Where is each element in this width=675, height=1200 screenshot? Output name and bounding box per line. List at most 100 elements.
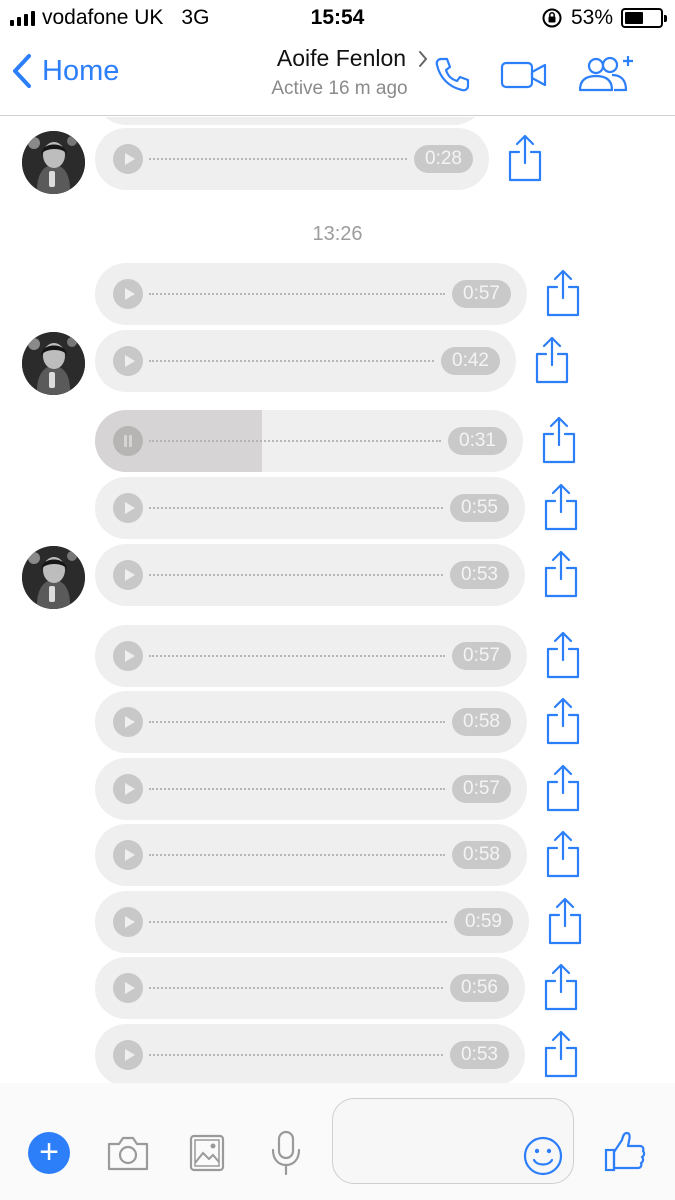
share-icon[interactable] (543, 549, 579, 599)
voice-message[interactable]: 0:57 (95, 263, 527, 325)
contact-photo (22, 546, 85, 609)
share-icon[interactable] (543, 482, 579, 532)
voice-message[interactable]: 0:59 (95, 891, 529, 953)
duration-badge: 0:57 (452, 280, 511, 308)
plus-icon[interactable]: + (28, 1132, 70, 1174)
duration-badge: 0:57 (452, 775, 511, 803)
duration-badge: 0:28 (414, 145, 473, 173)
message-timestamp: 13:26 (312, 223, 363, 245)
play-button[interactable] (113, 907, 143, 937)
previous-message-bubble[interactable] (95, 117, 485, 125)
pause-button[interactable] (113, 426, 143, 456)
audio-waveform (149, 987, 443, 989)
play-button[interactable] (113, 973, 143, 1003)
avatar (22, 131, 85, 194)
contact-name: Aoife Fenlon (276, 45, 407, 71)
thumbs-up-icon[interactable] (604, 1130, 646, 1172)
audio-waveform (149, 854, 445, 856)
share-icon[interactable] (545, 829, 581, 879)
back-label: Home (42, 54, 120, 87)
share-icon[interactable] (543, 962, 579, 1012)
duration-badge: 0:53 (450, 561, 509, 589)
voice-message[interactable]: 0:56 (95, 957, 525, 1019)
share-icon[interactable] (545, 763, 581, 813)
share-icon[interactable] (545, 696, 581, 746)
avatar (22, 546, 85, 609)
share-icon[interactable] (541, 415, 577, 465)
audio-waveform (149, 360, 434, 362)
duration-badge: 0:57 (452, 642, 511, 670)
voice-message[interactable]: 0:58 (95, 824, 527, 886)
voice-message[interactable]: 0:55 (95, 477, 525, 539)
play-button[interactable] (113, 560, 143, 590)
duration-badge: 0:55 (450, 494, 509, 522)
emoji-icon[interactable] (522, 1135, 564, 1177)
chevron-left-icon (13, 54, 31, 88)
back-button[interactable]: Home (12, 53, 119, 89)
voice-message[interactable]: 0:57 (95, 625, 527, 687)
duration-badge: 0:42 (441, 347, 500, 375)
audio-waveform (149, 788, 445, 790)
voice-message[interactable]: 0:42 (95, 330, 516, 392)
status-bar: vodafone UK 3G 15:54 53% (0, 0, 675, 38)
play-button[interactable] (113, 493, 143, 523)
voice-message[interactable]: 0:58 (95, 691, 527, 753)
share-icon[interactable] (547, 896, 583, 946)
duration-badge: 0:59 (454, 908, 513, 936)
audio-waveform (149, 158, 407, 160)
duration-badge: 0:58 (452, 708, 511, 736)
play-button[interactable] (113, 279, 143, 309)
audio-waveform (149, 721, 445, 723)
voice-message[interactable]: 0:28 (95, 128, 489, 190)
chevron-right-icon (419, 50, 428, 67)
rotation-lock-icon (542, 8, 562, 28)
avatar (22, 332, 85, 395)
play-button[interactable] (113, 144, 143, 174)
share-icon[interactable] (507, 133, 543, 183)
duration-badge: 0:31 (448, 427, 507, 455)
audio-waveform (149, 655, 445, 657)
play-button[interactable] (113, 840, 143, 870)
play-button[interactable] (113, 1040, 143, 1070)
add-people-icon[interactable] (576, 52, 638, 94)
duration-badge: 0:53 (450, 1041, 509, 1069)
status-bar-right: 53% (541, 6, 667, 30)
play-button[interactable] (113, 707, 143, 737)
contact-name-row: Aoife Fenlon (277, 45, 428, 72)
photo-icon[interactable] (189, 1134, 225, 1172)
voice-message[interactable]: 0:53 (95, 1024, 525, 1083)
voice-message[interactable]: 0:57 (95, 758, 527, 820)
battery-icon (621, 8, 667, 28)
carrier-name: vodafone UK (42, 6, 164, 29)
duration-badge: 0:58 (452, 841, 511, 869)
contact-photo (22, 332, 85, 395)
share-icon[interactable] (545, 630, 581, 680)
play-button[interactable] (113, 346, 143, 376)
audio-waveform (149, 574, 443, 576)
voice-message[interactable]: 0:53 (95, 544, 525, 606)
share-icon[interactable] (545, 268, 581, 318)
audio-waveform (149, 440, 441, 442)
share-icon[interactable] (534, 335, 570, 385)
video-camera-icon[interactable] (500, 60, 548, 90)
camera-icon[interactable] (106, 1134, 150, 1172)
phone-icon[interactable] (432, 54, 472, 94)
signal-icon (10, 10, 35, 26)
network-type: 3G (181, 6, 210, 29)
conversation-header: Home Aoife Fenlon Active 16 m ago (0, 38, 675, 116)
battery-level (625, 12, 644, 24)
audio-waveform (149, 507, 443, 509)
audio-waveform (149, 921, 447, 923)
voice-message[interactable]: 0:31 (95, 410, 523, 472)
play-button[interactable] (113, 774, 143, 804)
message-list[interactable]: 0:28 13:26 0:57 0:42 0:31 0:55 0:53 0:57 (0, 117, 675, 1083)
audio-waveform (149, 1054, 443, 1056)
battery-percent: 53% (570, 6, 613, 29)
play-button[interactable] (113, 641, 143, 671)
audio-waveform (149, 293, 445, 295)
microphone-icon[interactable] (270, 1130, 302, 1176)
share-icon[interactable] (543, 1029, 579, 1079)
contact-photo (22, 131, 85, 194)
status-bar-left: vodafone UK 3G (10, 6, 209, 30)
duration-badge: 0:56 (450, 974, 509, 1002)
